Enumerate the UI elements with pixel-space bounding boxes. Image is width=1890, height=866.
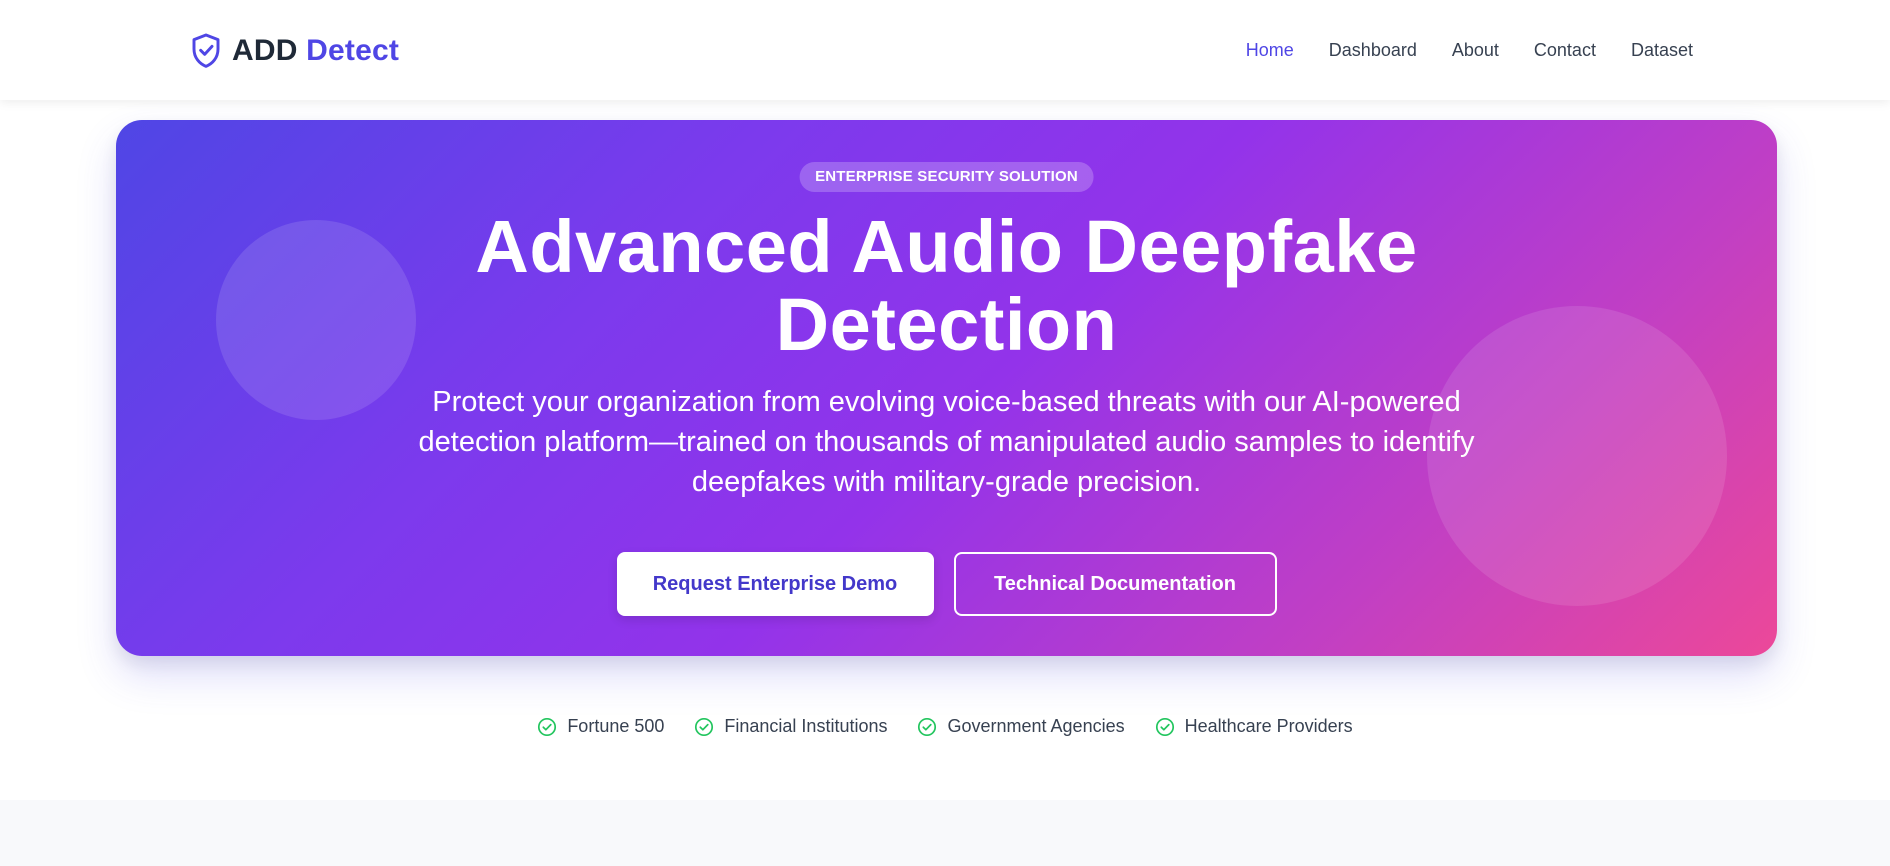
brand-name-part1: ADD (232, 34, 298, 67)
hero-subtitle: Protect your organization from evolving … (418, 386, 1475, 498)
brand-logo[interactable]: ADD Detect (190, 32, 399, 70)
nav-link-dataset[interactable]: Dataset (1631, 40, 1693, 60)
nav-menu: Home Dashboard About Contact Dataset (1246, 40, 1693, 61)
nav-link-home[interactable]: Home (1246, 40, 1294, 60)
nav-item-about: About (1452, 40, 1499, 61)
nav-item-dashboard: Dashboard (1329, 40, 1417, 61)
nav-link-contact[interactable]: Contact (1534, 40, 1596, 60)
request-demo-button[interactable]: Request Enterprise Demo (616, 552, 934, 616)
brand-name-part2: Detect (306, 34, 400, 67)
check-circle-icon (1155, 717, 1174, 736)
check-circle-icon (918, 717, 937, 736)
trust-item: Fortune 500 (537, 716, 664, 737)
trust-indicators: Fortune 500 Financial Institutions Gover… (0, 716, 1890, 737)
shield-check-icon (192, 33, 220, 68)
trust-label: Healthcare Providers (1184, 716, 1353, 736)
brand-name: ADD Detect (232, 34, 399, 68)
trust-label: Fortune 500 (567, 716, 665, 736)
nav-item-contact: Contact (1534, 40, 1596, 61)
check-circle-icon (695, 717, 714, 736)
hero-banner: ENTERPRISE SECURITY SOLUTION Advanced Au… (116, 120, 1777, 656)
nav-item-home: Home (1246, 40, 1294, 61)
hero-title-line2: Detection (775, 283, 1118, 366)
technical-documentation-button[interactable]: Technical Documentation (953, 552, 1277, 616)
next-section (0, 800, 1890, 866)
hero-badge: ENTERPRISE SECURITY SOLUTION (799, 162, 1094, 192)
hero-title-line1: Advanced Audio Deepfake (475, 205, 1418, 288)
trust-label: Financial Institutions (724, 716, 888, 736)
trust-item: Financial Institutions (694, 716, 887, 737)
trust-label: Government Agencies (947, 716, 1125, 736)
nav-item-dataset: Dataset (1631, 40, 1693, 61)
navbar: ADD Detect Home Dashboard About Contact … (0, 0, 1890, 100)
trust-item: Healthcare Providers (1155, 716, 1353, 737)
nav-link-dashboard[interactable]: Dashboard (1329, 40, 1417, 60)
hero-title: Advanced Audio Deepfake Detection (116, 208, 1777, 364)
hero-actions: Request Enterprise Demo Technical Docume… (116, 552, 1777, 616)
nav-link-about[interactable]: About (1452, 40, 1499, 60)
trust-item: Government Agencies (917, 716, 1125, 737)
check-circle-icon (538, 717, 557, 736)
